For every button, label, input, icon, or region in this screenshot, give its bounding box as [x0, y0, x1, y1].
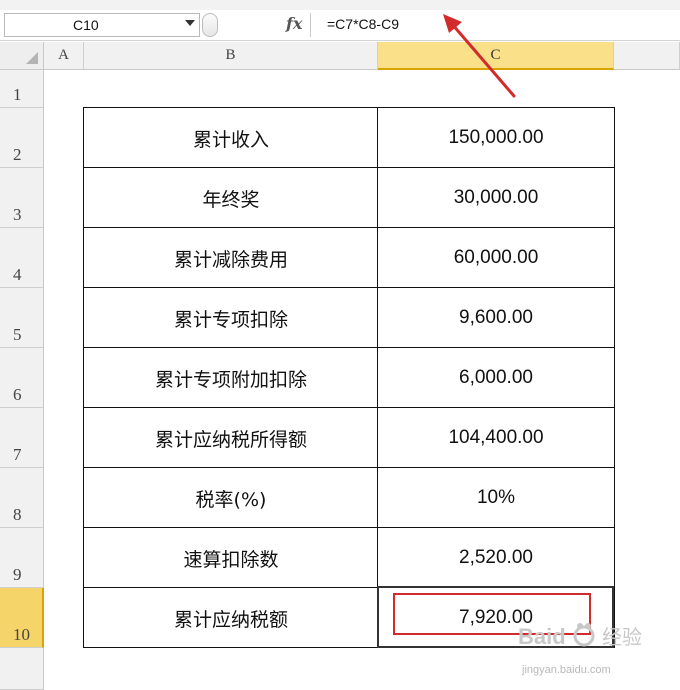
formula-text: =C7*C8-C9 [327, 16, 399, 32]
column-header-a[interactable]: A [44, 42, 84, 70]
row-header-8[interactable]: 8 [0, 468, 44, 528]
svg-text:经验: 经验 [602, 625, 642, 649]
label-cell[interactable]: 年终奖 [84, 168, 378, 228]
watermark-url: jingyan.baidu.com [522, 664, 611, 676]
row-header-9[interactable]: 9 [0, 528, 44, 588]
table-border [84, 167, 615, 168]
label-cell[interactable]: 累计应纳税所得额 [84, 408, 378, 468]
value-cell[interactable]: 2,520.00 [378, 528, 614, 588]
formula-bar-resize-handle[interactable] [202, 13, 218, 37]
row-header-1[interactable]: 1 [0, 70, 44, 108]
row-header-7[interactable]: 7 [0, 408, 44, 468]
row-header-11[interactable] [0, 648, 44, 690]
row-number: 8 [13, 505, 22, 524]
row-header-3[interactable]: 3 [0, 168, 44, 228]
formula-input[interactable]: =C7*C8-C9 [310, 13, 680, 37]
table-border [84, 467, 615, 468]
label-cell[interactable]: 累计应纳税额 [84, 588, 378, 648]
row-number: 9 [13, 565, 22, 584]
value-cell[interactable]: 104,400.00 [378, 408, 614, 468]
row-header-2[interactable]: 2 [0, 108, 44, 168]
table-border [84, 527, 615, 528]
label-cell[interactable]: 税率(%) [84, 468, 378, 528]
row-header-4[interactable]: 4 [0, 228, 44, 288]
label-cell[interactable]: 累计专项扣除 [84, 288, 378, 348]
row-number: 7 [13, 445, 22, 464]
label-cell[interactable]: 累计减除费用 [84, 228, 378, 288]
row-number: 10 [13, 625, 30, 644]
value-cell[interactable]: 10% [378, 468, 614, 528]
value-cell[interactable]: 60,000.00 [378, 228, 614, 288]
chevron-down-icon[interactable] [185, 20, 195, 26]
value-cell[interactable]: 30,000.00 [378, 168, 614, 228]
row-number: 3 [13, 205, 22, 224]
column-header-b[interactable]: B [84, 42, 378, 70]
table-border [84, 227, 615, 228]
row-number: 2 [13, 145, 22, 164]
table-border [83, 107, 84, 648]
insert-function-icon[interactable]: fx [286, 14, 302, 33]
table-border [377, 107, 378, 648]
label-cell[interactable]: 速算扣除数 [84, 528, 378, 588]
row-number: 5 [13, 325, 22, 344]
value-cell[interactable]: 150,000.00 [378, 108, 614, 168]
table-border [84, 107, 615, 108]
table-border [84, 407, 615, 408]
table-border [84, 347, 615, 348]
column-header-d[interactable] [614, 42, 680, 70]
label-cell[interactable]: 累计收入 [84, 108, 378, 168]
table-border [84, 287, 615, 288]
row-header-6[interactable]: 6 [0, 348, 44, 408]
row-number: 1 [13, 85, 22, 104]
value-cell[interactable]: 6,000.00 [378, 348, 614, 408]
row-number: 6 [13, 385, 22, 404]
value-cell[interactable]: 9,600.00 [378, 288, 614, 348]
name-box[interactable]: C10 [4, 13, 200, 37]
name-box-value: C10 [73, 17, 99, 33]
select-all-icon [26, 52, 38, 64]
column-header-c[interactable]: C [378, 42, 614, 70]
row-number: 4 [13, 265, 22, 284]
row-header-5[interactable]: 5 [0, 288, 44, 348]
svg-text:Baid: Baid [518, 624, 566, 649]
row-header-10[interactable]: 10 [0, 588, 44, 648]
label-cell[interactable]: 累计专项附加扣除 [84, 348, 378, 408]
table-border [614, 107, 615, 648]
